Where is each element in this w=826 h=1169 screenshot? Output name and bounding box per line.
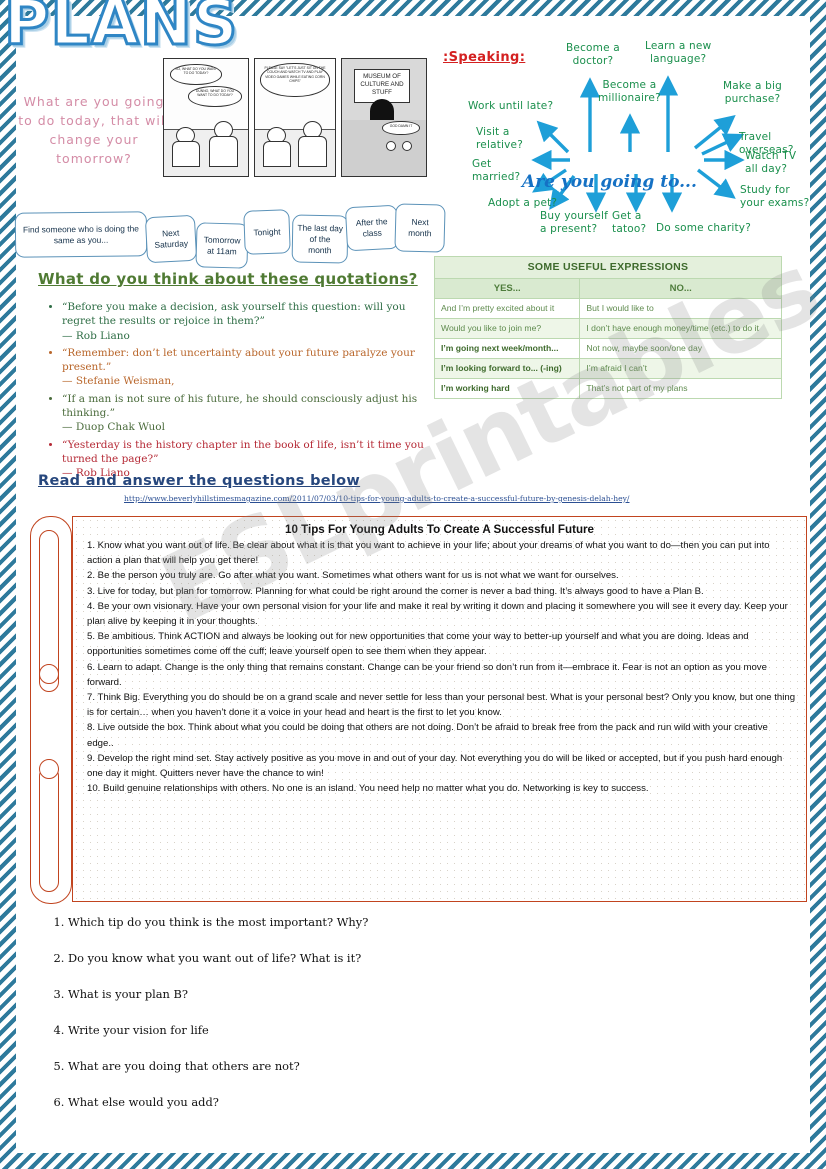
table-row: I’m going next week/month... Not now, ma… bbox=[433, 338, 782, 359]
mindmap-branch-study-for-your-exams: Study for your exams? bbox=[740, 184, 810, 209]
column-header-no: NO... bbox=[579, 278, 782, 299]
mindmap-branch-make-a-big-purchase: Make a big purchase? bbox=[723, 80, 783, 105]
tip-item: 5. Be ambitious. Think ACTION and always… bbox=[87, 631, 749, 658]
character-body bbox=[263, 141, 291, 167]
character-head bbox=[402, 141, 412, 151]
character-body bbox=[172, 141, 200, 167]
quotation-item: “Remember: don’t let uncertainty about y… bbox=[62, 346, 436, 389]
mindmap-branch-become-a-doctor: Become a doctor? bbox=[566, 42, 620, 67]
quotation-text: “If a man is not sure of his future, he … bbox=[62, 392, 418, 420]
tips-text-box: 10 Tips For Young Adults To Create A Suc… bbox=[72, 516, 807, 902]
cell-yes: And I’m pretty excited about it bbox=[433, 298, 581, 319]
mindmap-branch-visit-a-relative: Visit a relative? bbox=[476, 126, 523, 151]
tip-item: 3. Live for today, but plan for tomorrow… bbox=[87, 585, 704, 597]
mindmap-branch-work-until-late: Work until late? bbox=[468, 100, 554, 112]
question-item: What is your plan B? bbox=[68, 987, 542, 1002]
quotation-item: “If a man is not sure of his future, he … bbox=[62, 392, 436, 435]
thought-bubble: PLEASE SAY "LET'S JUST SIT ON THE COUCH … bbox=[260, 63, 330, 97]
tip-item: 4. Be your own visionary. Have your own … bbox=[87, 600, 788, 628]
tips-section: 10 Tips For Young Adults To Create A Suc… bbox=[30, 516, 807, 904]
question-item: Write your vision for life bbox=[68, 1023, 542, 1038]
time-box-last-day-of-month[interactable]: The last day of the month bbox=[291, 214, 349, 264]
tip-item: 7. Think Big. Everything you do should b… bbox=[87, 692, 796, 719]
table-title: SOME USEFUL EXPRESSIONS bbox=[434, 256, 782, 279]
quotations-heading: What do you think about these quotations… bbox=[38, 270, 418, 288]
museum-sign: MUSEUM OF CULTURE AND STUFF bbox=[354, 69, 410, 103]
quotation-author: — Stefanie Weisman, bbox=[62, 375, 175, 388]
question-item: What are you doing that others are not? bbox=[68, 1059, 542, 1074]
cell-yes: I’m working hard bbox=[433, 378, 581, 399]
speaking-heading: :Speaking: bbox=[443, 50, 526, 65]
tip-item: 10. Build genuine relationships with oth… bbox=[87, 783, 649, 795]
table-title-row: SOME USEFUL EXPRESSIONS bbox=[434, 256, 782, 279]
table-row: Would you like to join me? I don’t have … bbox=[433, 318, 782, 339]
read-section-heading: Read and answer the questions below bbox=[38, 473, 361, 489]
page-title: PLANS bbox=[2, 0, 239, 59]
tips-title: 10 Tips For Young Adults To Create A Suc… bbox=[285, 523, 594, 536]
handwritten-prompt: What are you going to do today, that wil… bbox=[18, 94, 170, 166]
cell-no: I don’t have enough money/time (etc.) to… bbox=[579, 318, 782, 339]
question-item: What else would you add? bbox=[68, 1095, 542, 1110]
comic-strip: SO, WHAT DO YOU WANT TO DO TODAY? DUNNO,… bbox=[163, 58, 427, 177]
mindmap-branch-watch-tv-all-day: Watch TV all day? bbox=[745, 150, 797, 175]
table-row: I’m working hard That’s not part of my p… bbox=[433, 378, 782, 399]
character-body bbox=[298, 136, 327, 167]
cell-no: That’s not part of my plans bbox=[579, 378, 782, 399]
time-box-after-the-class[interactable]: After the class bbox=[344, 204, 400, 252]
mindmap-branch-become-a-millionaire: Become a millionaire? bbox=[598, 79, 661, 104]
binder-clip-inner-bottom bbox=[39, 766, 59, 892]
time-box-next-month[interactable]: Next month bbox=[394, 203, 446, 253]
quotation-text: “Before you make a decision, ask yoursel… bbox=[62, 301, 406, 328]
tip-item: 1. Know what you want out of life. Be cl… bbox=[87, 540, 770, 567]
quotation-author: — Rob Liano bbox=[62, 329, 130, 342]
time-box-tonight[interactable]: Tonight bbox=[243, 209, 291, 255]
mindmap-branch-get-a-tatoo: Get a tatoo? bbox=[612, 210, 647, 235]
binder-ring-bottom bbox=[39, 759, 59, 779]
useful-expressions-table: SOME USEFUL EXPRESSIONS YES... NO... And… bbox=[433, 256, 782, 399]
quotation-text: “Remember: don’t let uncertainty about y… bbox=[62, 346, 415, 374]
source-url-link[interactable]: http://www.beverlyhillstimesmagazine.com… bbox=[124, 494, 630, 503]
table-row: I’m looking forward to... (-ing) I’m afr… bbox=[433, 358, 782, 379]
cell-yes: I’m going next week/month... bbox=[433, 338, 581, 359]
binder-ring-top bbox=[39, 664, 59, 684]
quotation-text: “Yesterday is the history chapter in the… bbox=[62, 438, 424, 465]
quotation-author: — Duop Chak Wuol bbox=[62, 421, 165, 434]
column-header-yes: YES... bbox=[433, 278, 581, 299]
mindmap-branch-adopt-a-pet: Adopt a pet? bbox=[488, 197, 558, 209]
cell-yes: Would you like to join me? bbox=[433, 318, 581, 339]
tip-item: 6. Learn to adapt. Change is the only th… bbox=[87, 661, 767, 688]
mindmap-branch-learn-a-new-language: Learn a new language? bbox=[645, 40, 712, 65]
mindmap-center-label: Are you going to... bbox=[522, 172, 697, 192]
mindmap-branch-buy-yourself-a-present: Buy yourself a present? bbox=[540, 210, 608, 235]
cell-no: Not now, maybe soon/one day bbox=[579, 338, 782, 359]
tip-item: 9. Develop the right mind set. Stay acti… bbox=[87, 752, 783, 780]
time-box-tomorrow-11am[interactable]: Tomorrow at 11am bbox=[195, 222, 249, 269]
time-box-next-saturday[interactable]: Next Saturday bbox=[144, 214, 198, 264]
question-item: Which tip do you think is the most impor… bbox=[68, 915, 542, 930]
questions-list: Which tip do you think is the most impor… bbox=[42, 915, 542, 1131]
character-body bbox=[209, 136, 238, 167]
speech-bubble: DUNNO, WHAT DO YOU WANT TO DO TODAY? bbox=[188, 86, 242, 107]
quotations-list: “Before you make a decision, ask yoursel… bbox=[46, 300, 436, 484]
question-item: Do you know what you want out of life? W… bbox=[68, 951, 542, 966]
mindmap-branch-do-some-charity: Do some charity? bbox=[656, 222, 751, 234]
time-box-find-someone[interactable]: Find someone who is doing the same as yo… bbox=[14, 211, 148, 258]
cell-no: I’m afraid I can’t bbox=[579, 358, 782, 379]
mindmap-branch-get-married: Get married? bbox=[472, 158, 521, 183]
quotation-item: “Before you make a decision, ask yoursel… bbox=[62, 300, 436, 343]
tips-body: 1. Know what you want out of life. Be cl… bbox=[87, 538, 796, 796]
cell-yes: I’m looking forward to... (-ing) bbox=[433, 358, 581, 379]
table-row: And I’m pretty excited about it But I wo… bbox=[433, 298, 782, 319]
tip-item: 2. Be the person you truly are. Go after… bbox=[87, 570, 619, 582]
character-head bbox=[386, 141, 396, 151]
table-header-row: YES... NO... bbox=[433, 278, 782, 299]
thought-bubble: GOD DAMN IT bbox=[382, 121, 420, 135]
comic-panel-1: SO, WHAT DO YOU WANT TO DO TODAY? DUNNO,… bbox=[163, 58, 249, 177]
comic-panel-3: MUSEUM OF CULTURE AND STUFF GOD DAMN IT bbox=[341, 58, 427, 177]
speech-bubble: SO, WHAT DO YOU WANT TO DO TODAY? bbox=[170, 64, 222, 85]
comic-panel-2: PLEASE SAY "LET'S JUST SIT ON THE COUCH … bbox=[254, 58, 336, 177]
cell-no: But I would like to bbox=[579, 298, 782, 319]
tip-item: 8. Live outside the box. Think about wha… bbox=[87, 722, 768, 749]
